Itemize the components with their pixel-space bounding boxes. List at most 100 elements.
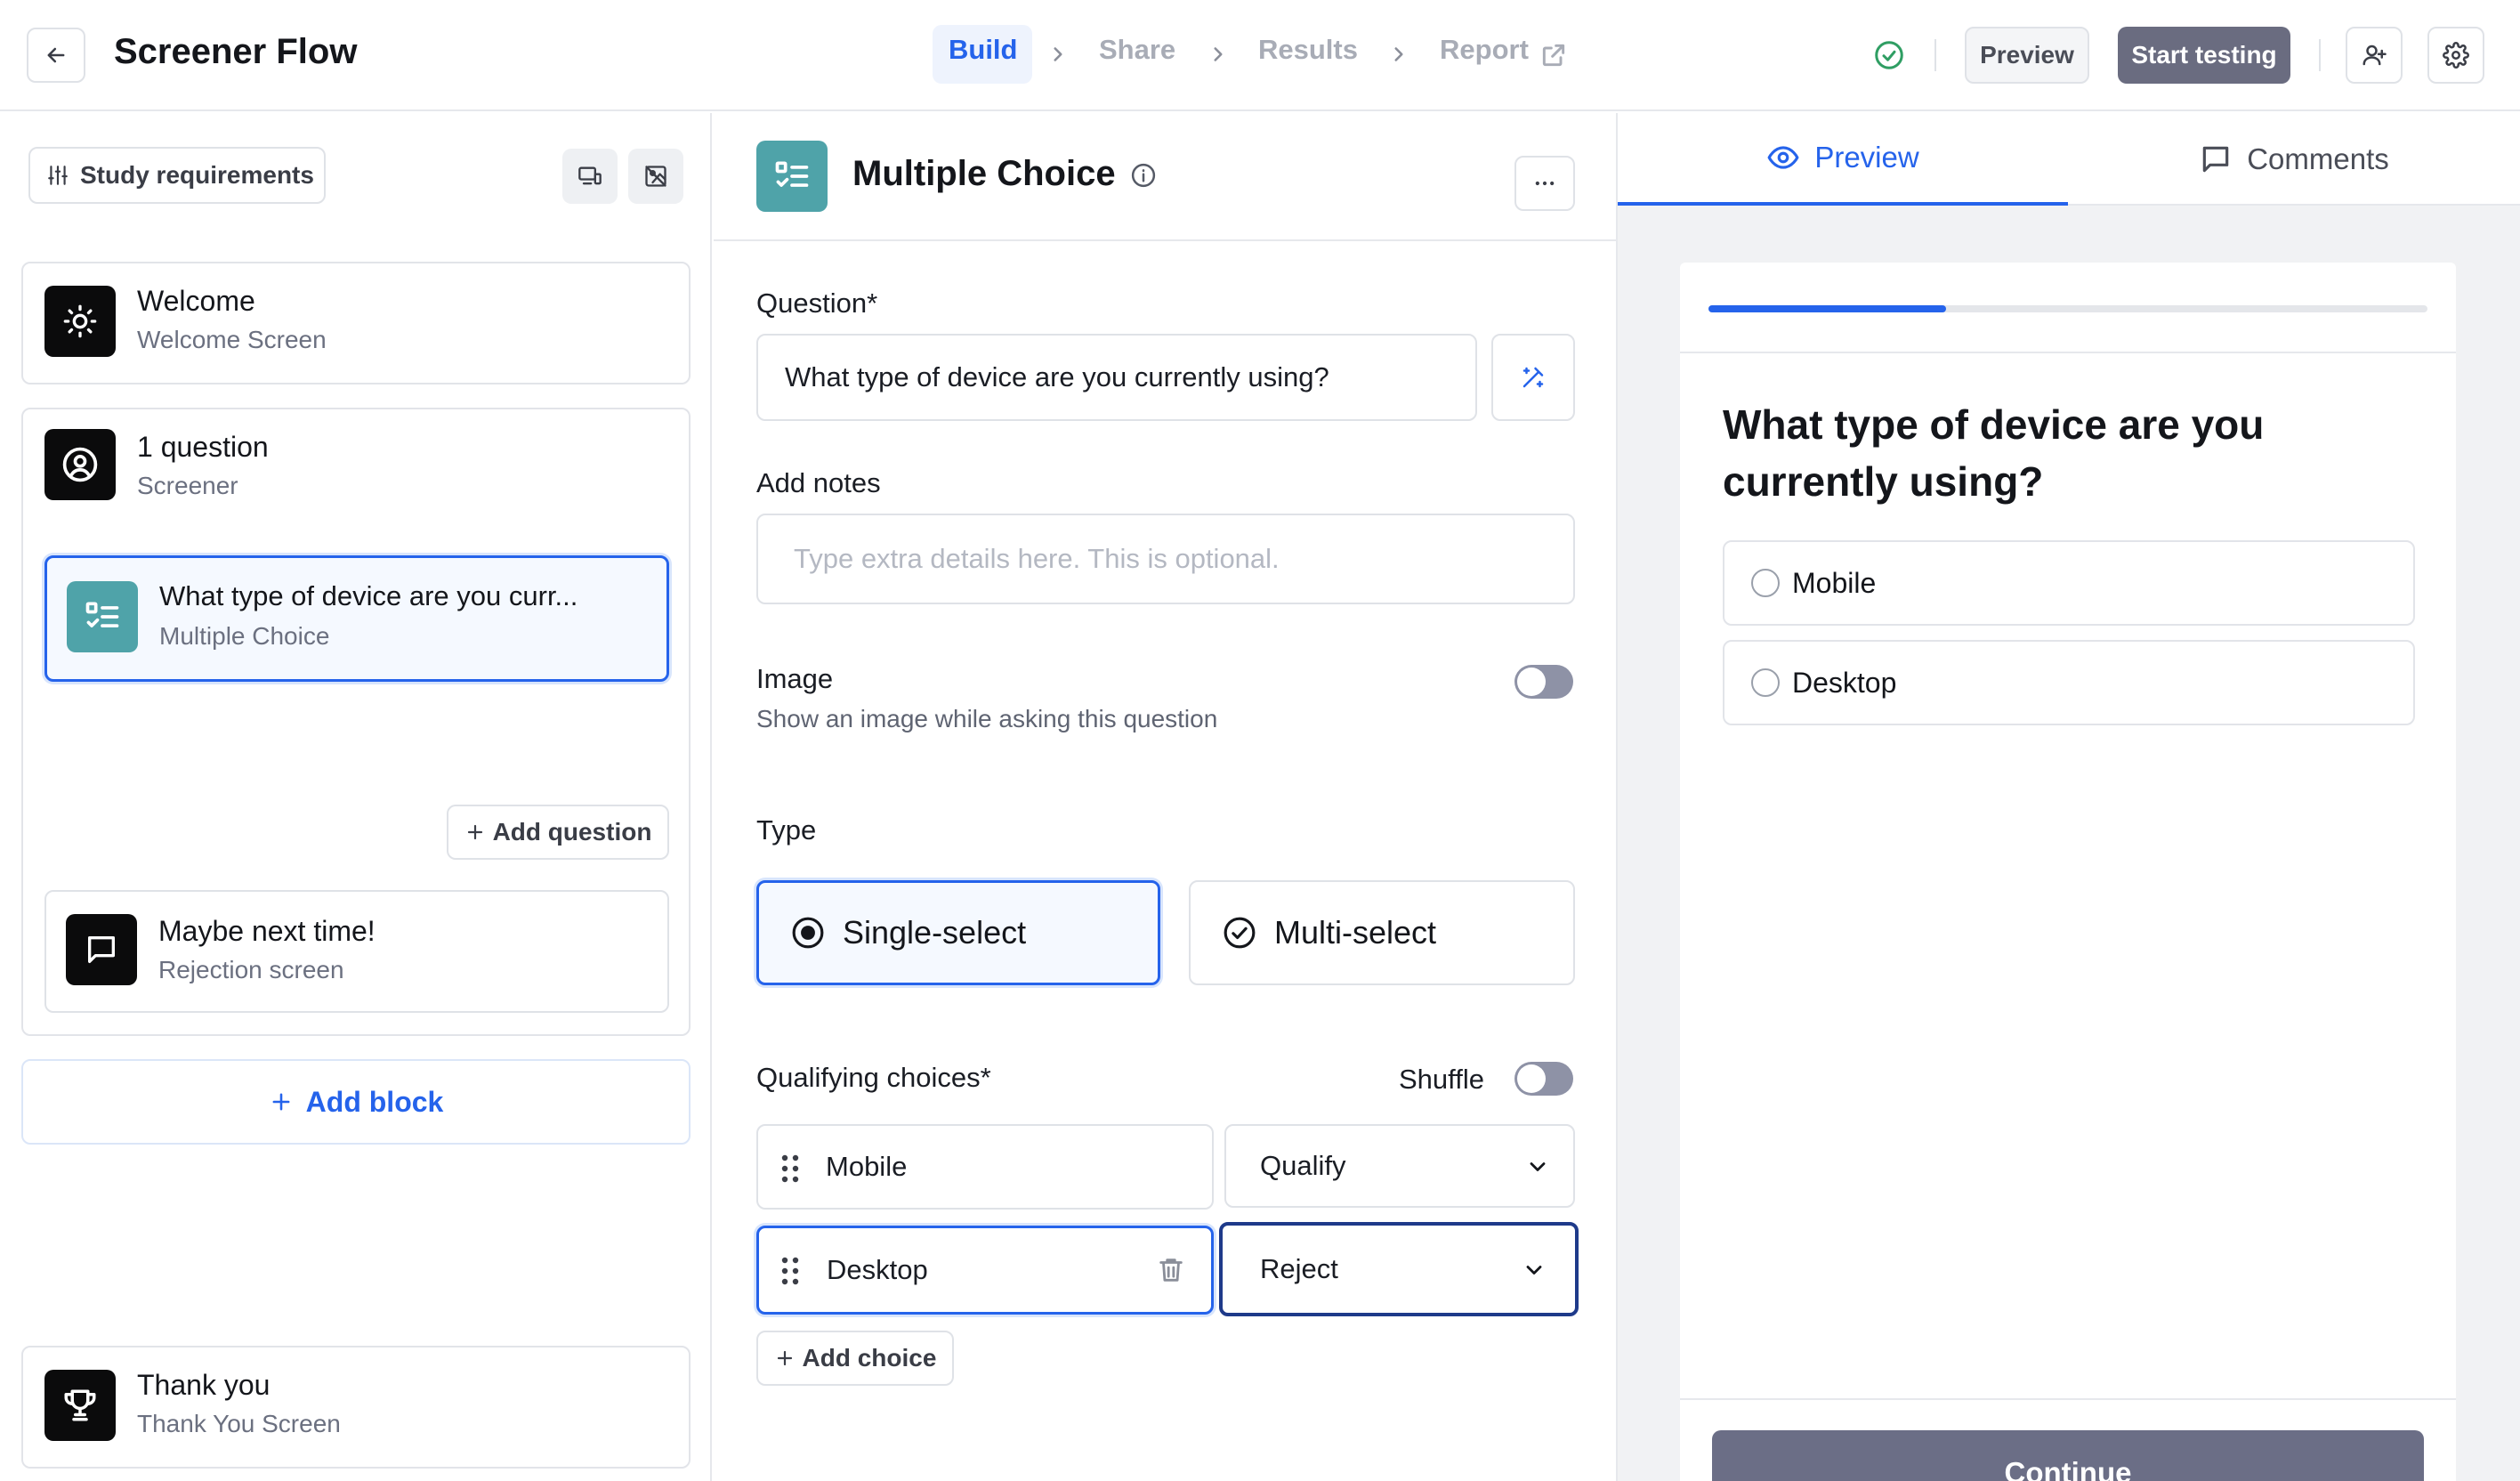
notes-label: Add notes	[756, 467, 881, 498]
top-bar: Screener Flow Build Share Results Report…	[0, 0, 2520, 111]
tab-share[interactable]: Share	[1099, 34, 1175, 66]
choice-input[interactable]: Mobile	[756, 1124, 1214, 1210]
choice-action-select[interactable]: Qualify	[1224, 1124, 1575, 1208]
hide-images-button[interactable]	[628, 149, 683, 204]
user-plus-icon	[2362, 45, 2387, 66]
tab-comments-label: Comments	[2247, 142, 2389, 175]
screener-block-icon	[44, 429, 116, 500]
notes-field[interactable]: Type extra details here. This is optiona…	[756, 514, 1575, 604]
image-hint: Show an image while asking this question	[756, 705, 1218, 732]
preview-option-label: Desktop	[1792, 666, 1897, 699]
arrow-left-icon	[47, 47, 65, 63]
preview-option[interactable]: Desktop	[1723, 640, 2415, 725]
welcome-block[interactable]: Welcome Welcome Screen	[21, 262, 691, 384]
editor-header	[714, 113, 1616, 241]
tab-comments[interactable]: Comments	[2068, 113, 2520, 206]
tab-build-label: Build	[949, 34, 1018, 65]
single-select-option[interactable]: Single-select	[756, 880, 1160, 985]
more-options-button[interactable]	[1514, 156, 1575, 211]
back-button[interactable]	[27, 28, 85, 83]
page-title: Screener Flow	[114, 32, 358, 71]
block-title[interactable]: 1 question	[137, 431, 269, 464]
single-select-label: Single-select	[843, 914, 1027, 951]
preview-question: What type of device are you currently us…	[1723, 401, 2265, 505]
sun-icon	[63, 304, 97, 338]
preview-option[interactable]: Mobile	[1723, 540, 2415, 626]
block-subtitle: Rejection screen	[158, 956, 344, 983]
radio-icon	[1751, 668, 1780, 697]
preview-button[interactable]: Preview	[1965, 27, 2089, 84]
choices-label: Qualifying choices*	[756, 1062, 991, 1093]
device-view-button[interactable]	[562, 149, 618, 204]
drag-handle-icon[interactable]	[779, 1153, 801, 1185]
preview-card: What type of device are you currently us…	[1680, 263, 2456, 1481]
thank-you-block[interactable]: Thank you Thank You Screen	[21, 1346, 691, 1469]
plus-icon	[272, 1093, 290, 1111]
block-subtitle: Thank You Screen	[137, 1410, 341, 1437]
ai-rewrite-button[interactable]	[1491, 334, 1575, 421]
notes-placeholder: Type extra details here. This is optiona…	[794, 543, 1280, 574]
block-subtitle: Welcome Screen	[137, 326, 327, 353]
plus-icon	[467, 824, 482, 840]
user-scan-icon	[62, 447, 98, 482]
add-block-label: Add block	[305, 1085, 444, 1118]
info-icon[interactable]	[1130, 162, 1157, 189]
question-input[interactable]: What type of device are you currently us…	[756, 334, 1477, 421]
radio-selected-icon	[792, 917, 824, 949]
block-title: What type of device are you curr...	[159, 580, 578, 611]
question-item-icon	[67, 581, 138, 652]
trophy-icon	[64, 1389, 96, 1421]
chevron-down-icon	[1526, 1266, 1542, 1275]
study-requirements-button[interactable]: Study requirements	[28, 147, 326, 204]
multi-select-label: Multi-select	[1274, 914, 1437, 951]
tab-results[interactable]: Results	[1258, 34, 1358, 66]
image-label: Image	[756, 663, 834, 694]
question-label: Question*	[756, 287, 878, 319]
rejection-block[interactable]: Maybe next time! Rejection screen	[44, 890, 669, 1013]
choice-action-select[interactable]: Reject	[1219, 1222, 1579, 1316]
radio-icon	[1751, 569, 1780, 597]
progress-fill	[1708, 305, 1946, 312]
question-item-selected[interactable]: What type of device are you curr... Mult…	[44, 555, 669, 682]
trash-icon[interactable]	[1156, 1254, 1186, 1286]
image-off-icon	[645, 166, 666, 187]
add-question-button[interactable]: Add question	[447, 805, 669, 860]
preview-tabs: Preview Comments	[1618, 113, 2520, 206]
continue-button[interactable]: Continue	[1712, 1430, 2424, 1481]
tab-report[interactable]: Report	[1440, 34, 1529, 66]
chevron-right-icon	[1214, 47, 1223, 61]
choice-label: Mobile	[826, 1151, 908, 1182]
invite-user-button[interactable]	[2346, 27, 2403, 84]
add-choice-button[interactable]: Add choice	[756, 1331, 954, 1386]
block-subtitle: Multiple Choice	[159, 622, 330, 650]
image-toggle[interactable]	[1514, 665, 1573, 699]
add-block-button[interactable]: Add block	[21, 1059, 691, 1145]
comment-icon	[2202, 146, 2229, 173]
drag-handle-icon[interactable]	[779, 1255, 801, 1287]
block-title: Maybe next time!	[158, 915, 376, 947]
multi-select-option[interactable]: Multi-select	[1189, 880, 1575, 985]
plus-icon	[777, 1350, 792, 1366]
rejection-block-icon	[66, 914, 137, 985]
choice-input[interactable]: Desktop	[756, 1226, 1214, 1315]
add-choice-label: Add choice	[802, 1344, 937, 1372]
start-testing-button[interactable]: Start testing	[2118, 27, 2290, 84]
shuffle-label: Shuffle	[1399, 1064, 1484, 1095]
choice-action-value: Reject	[1260, 1253, 1338, 1284]
settings-button[interactable]	[2427, 27, 2484, 84]
eye-icon	[1767, 146, 1799, 169]
tab-build[interactable]: Build	[933, 25, 1032, 84]
preview-panel: Preview Comments What type of device are…	[1618, 113, 2520, 1481]
shuffle-toggle[interactable]	[1514, 1062, 1573, 1096]
sliders-icon	[48, 166, 68, 185]
question-input-value: What type of device are you currently us…	[785, 361, 1329, 393]
chevron-right-icon	[1394, 47, 1403, 61]
gear-icon	[2443, 42, 2469, 69]
block-title: Welcome	[137, 285, 255, 317]
progress-track	[1708, 305, 2427, 312]
checklist-icon	[775, 161, 809, 187]
magic-wand-icon	[1522, 367, 1544, 388]
thank-you-block-icon	[44, 1370, 116, 1441]
welcome-block-icon	[44, 286, 116, 357]
tab-preview[interactable]: Preview	[1618, 113, 2068, 206]
